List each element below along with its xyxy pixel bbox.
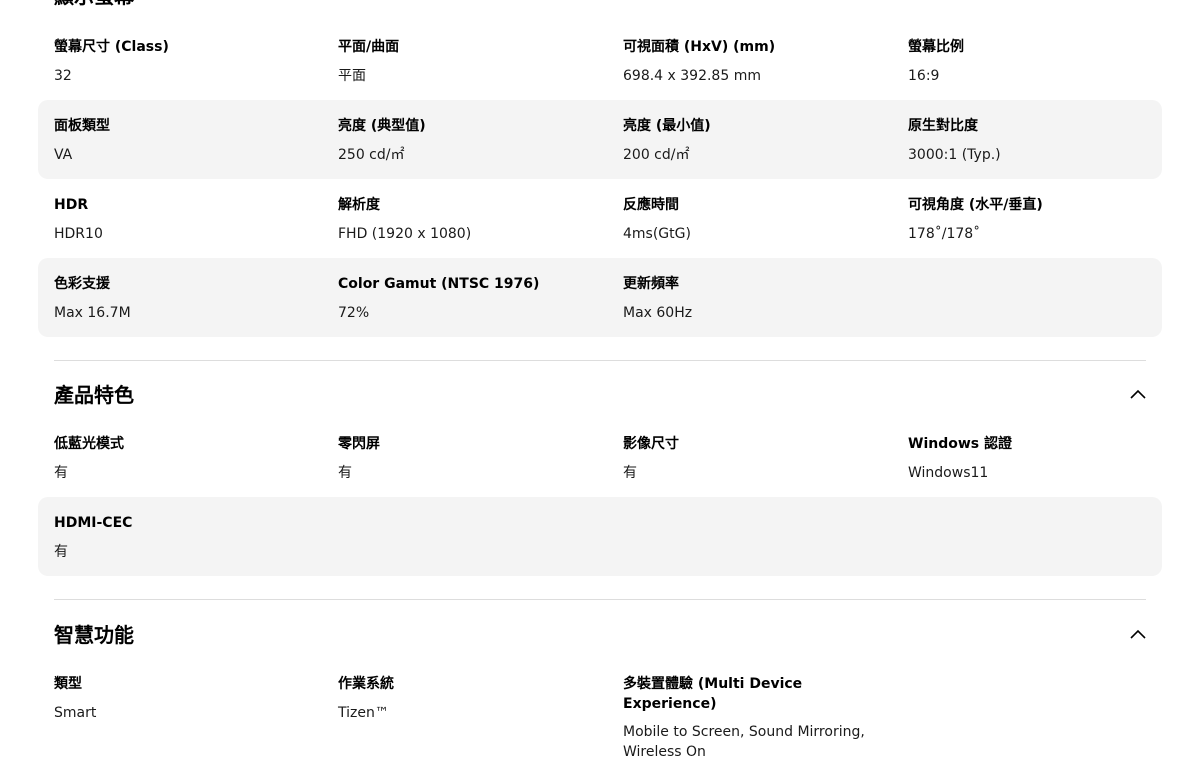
- spec-item: 螢幕比例 16:9: [908, 21, 1178, 100]
- spec-value: VA: [54, 147, 73, 163]
- spec-label: 螢幕尺寸 (Class): [54, 39, 169, 55]
- spec-value: 平面: [338, 68, 366, 84]
- section-divider: [54, 599, 1146, 600]
- spec-value: 3000:1 (Typ.): [908, 147, 1001, 163]
- spec-value: 72%: [338, 305, 370, 321]
- chevron-up-icon[interactable]: [1130, 387, 1146, 403]
- spec-item: 面板類型 VA: [54, 100, 324, 179]
- spec-value: 有: [338, 465, 352, 481]
- spec-value: 698.4 x 392.85 mm: [623, 68, 761, 84]
- spec-label: 面板類型: [54, 118, 110, 134]
- section-title: 產品特色: [54, 383, 134, 407]
- spec-row: HDR HDR10 解析度 FHD (1920 x 1080) 反應時間 4ms…: [38, 179, 1162, 258]
- spec-label: 解析度: [338, 197, 380, 213]
- spec-item: Windows 認證 Windows11: [908, 418, 1178, 497]
- spec-label: 作業系統: [338, 676, 394, 692]
- spec-label: 色彩支援: [54, 276, 110, 292]
- spec-value: 有: [54, 465, 68, 481]
- section-divider: [54, 360, 1146, 361]
- spec-label: 更新頻率: [623, 276, 679, 292]
- section-title: 顯示螢幕: [54, 0, 134, 10]
- spec-item: 色彩支援 Max 16.7M: [54, 258, 324, 337]
- spec-row: 色彩支援 Max 16.7M Color Gamut (NTSC 1976) 7…: [38, 258, 1162, 337]
- spec-label: 可視面積 (HxV) (mm): [623, 39, 776, 55]
- spec-label: 多裝置體驗 (Multi Device Experience): [623, 676, 803, 712]
- spec-label: 影像尺寸: [623, 436, 679, 452]
- spec-value: HDR10: [54, 226, 103, 242]
- spec-item: 低藍光模式 有: [54, 418, 324, 497]
- spec-value: Mobile to Screen, Sound Mirroring, Wirel…: [623, 724, 865, 760]
- spec-value: FHD (1920 x 1080): [338, 226, 472, 242]
- spec-label: 螢幕比例: [908, 39, 964, 55]
- spec-item: 解析度 FHD (1920 x 1080): [338, 179, 608, 258]
- spec-value: Max 60Hz: [623, 305, 693, 321]
- spec-label: HDMI-CEC: [54, 515, 133, 531]
- spec-value: 250 cd/㎡: [338, 147, 405, 163]
- spec-label: 原生對比度: [908, 118, 978, 134]
- spec-label: 低藍光模式: [54, 436, 124, 452]
- spec-label: Windows 認證: [908, 436, 1012, 452]
- spec-value: 有: [623, 465, 637, 481]
- spec-item: 零閃屏 有: [338, 418, 608, 497]
- spec-label: 零閃屏: [338, 436, 380, 452]
- spec-value: Smart: [54, 705, 97, 721]
- spec-item: Color Gamut (NTSC 1976) 72%: [338, 258, 608, 337]
- spec-label: 亮度 (最小值): [623, 118, 711, 134]
- spec-label: 反應時間: [623, 197, 679, 213]
- spec-row: 螢幕尺寸 (Class) 32 平面/曲面 平面 可視面積 (HxV) (mm)…: [38, 21, 1162, 100]
- spec-label: HDR: [54, 197, 89, 213]
- spec-value: 32: [54, 68, 72, 84]
- spec-label: 可視角度 (水平/垂直): [908, 197, 1043, 213]
- chevron-up-icon[interactable]: [1130, 0, 1146, 4]
- spec-item: 亮度 (最小值) 200 cd/㎡: [623, 100, 893, 179]
- spec-value: 4ms(GtG): [623, 226, 691, 242]
- spec-row: 低藍光模式 有 零閃屏 有 影像尺寸 有 Windows 認證 Windows1…: [38, 418, 1162, 497]
- spec-item: HDR HDR10: [54, 179, 324, 258]
- spec-value: Max 16.7M: [54, 305, 131, 321]
- spec-row: 面板類型 VA 亮度 (典型值) 250 cd/㎡ 亮度 (最小值) 200 c…: [38, 100, 1162, 179]
- spec-item: 螢幕尺寸 (Class) 32: [54, 21, 324, 100]
- spec-value: Tizen™: [338, 705, 389, 721]
- spec-label: 亮度 (典型值): [338, 118, 426, 134]
- spec-item: 原生對比度 3000:1 (Typ.): [908, 100, 1178, 179]
- spec-item: 反應時間 4ms(GtG): [623, 179, 893, 258]
- spec-row: HDMI-CEC 有: [38, 497, 1162, 576]
- spec-label: 類型: [54, 676, 82, 692]
- chevron-up-icon[interactable]: [1130, 627, 1146, 643]
- section-title: 智慧功能: [54, 623, 134, 647]
- spec-label: 平面/曲面: [338, 39, 400, 55]
- section-header-smart[interactable]: 智慧功能: [54, 621, 1146, 661]
- spec-item: 類型 Smart: [54, 658, 324, 737]
- spec-value: 有: [54, 544, 68, 560]
- spec-item: 亮度 (典型值) 250 cd/㎡: [338, 100, 608, 179]
- spec-label: Color Gamut (NTSC 1976): [338, 276, 540, 292]
- spec-item: 平面/曲面 平面: [338, 21, 608, 100]
- spec-item: 影像尺寸 有: [623, 418, 893, 497]
- section-header-display[interactable]: 顯示螢幕: [54, 0, 1146, 22]
- spec-row: 類型 Smart 作業系統 Tizen™ 多裝置體驗 (Multi Device…: [38, 658, 1162, 763]
- spec-page: 顯示螢幕 螢幕尺寸 (Class) 32 平面/曲面 平面 可視面積 (HxV)…: [0, 0, 1200, 763]
- spec-value: Windows11: [908, 465, 989, 481]
- spec-item: 可視角度 (水平/垂直) 178˚/178˚: [908, 179, 1178, 258]
- spec-value: 16:9: [908, 68, 940, 84]
- spec-item: 多裝置體驗 (Multi Device Experience) Mobile t…: [623, 658, 893, 763]
- spec-item: 作業系統 Tizen™: [338, 658, 608, 737]
- spec-item: 可視面積 (HxV) (mm) 698.4 x 392.85 mm: [623, 21, 893, 100]
- section-header-features[interactable]: 產品特色: [54, 381, 1146, 421]
- spec-item: 更新頻率 Max 60Hz: [623, 258, 893, 337]
- spec-item: HDMI-CEC 有: [54, 497, 324, 576]
- spec-value: 178˚/178˚: [908, 226, 981, 242]
- spec-value: 200 cd/㎡: [623, 147, 690, 163]
